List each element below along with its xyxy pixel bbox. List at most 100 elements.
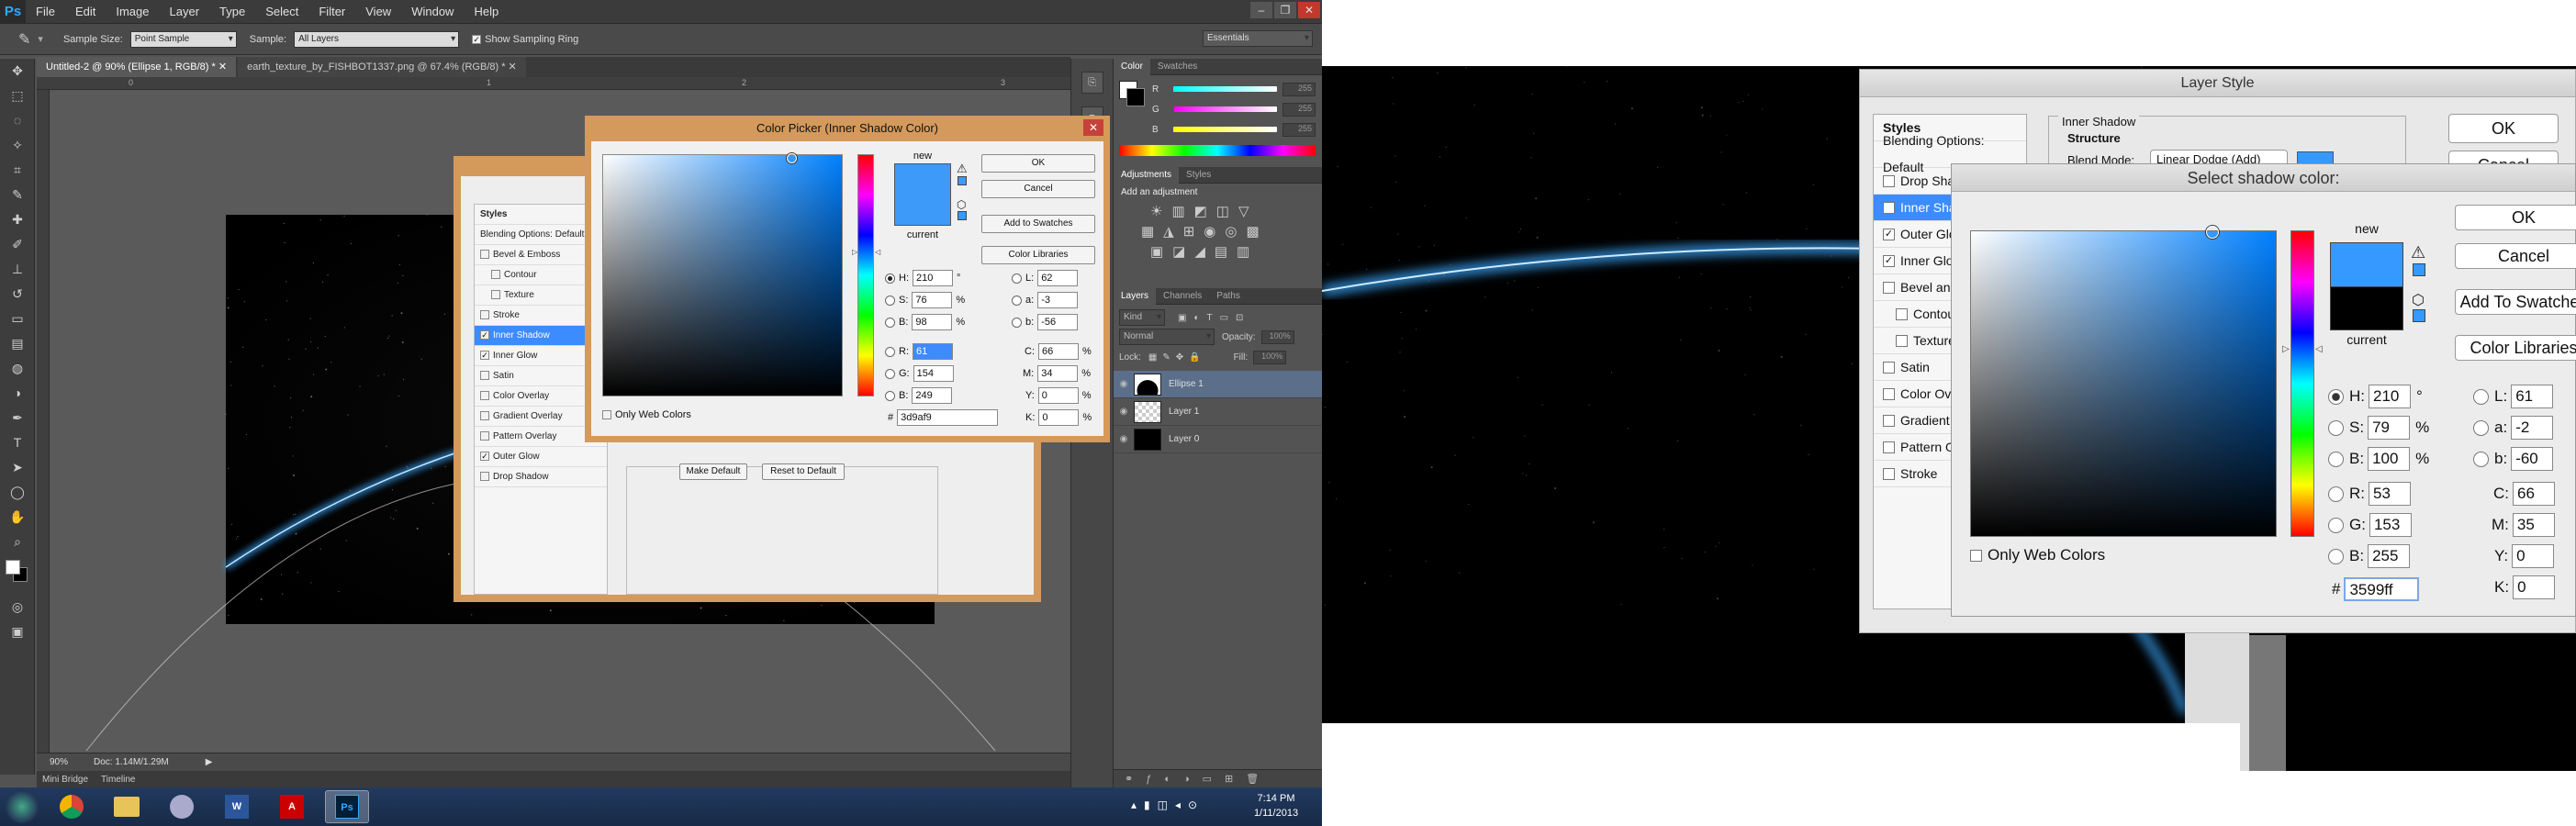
l-field-right[interactable]: L: 61	[2473, 385, 2554, 408]
g-slider[interactable]	[1173, 106, 1278, 112]
style-checkbox[interactable]	[1883, 441, 1895, 453]
minimize-icon[interactable]: –	[1250, 2, 1272, 18]
menu-help[interactable]: Help	[464, 0, 509, 24]
style-checkbox[interactable]	[491, 290, 500, 300]
h-field[interactable]: H: 210 °	[885, 270, 960, 286]
color-libraries-button[interactable]: Color Libraries	[981, 246, 1095, 264]
stamp-tool-icon[interactable]: ⊥	[0, 257, 35, 282]
menu-image[interactable]: Image	[106, 0, 159, 24]
photoshop-taskbar-icon[interactable]: Ps	[325, 790, 369, 823]
menu-file[interactable]: File	[26, 0, 65, 24]
system-tray-icons[interactable]: ▴▮◫◂⊙	[1131, 798, 1204, 811]
style-checkbox[interactable]	[491, 270, 500, 280]
tab-earth-texture[interactable]: earth_texture_by_FISHBOT1337.png @ 67.4%…	[238, 57, 526, 77]
tab-color[interactable]: Color	[1114, 58, 1150, 75]
brush-tool-icon[interactable]: ✐	[0, 232, 35, 257]
marquee-tool-icon[interactable]: ⬚	[0, 84, 35, 108]
close-icon[interactable]: ✕	[1298, 2, 1320, 18]
lab-b-field[interactable]: b: -56	[1012, 314, 1079, 330]
hand-tool-icon[interactable]: ✋	[0, 505, 35, 530]
tab-untitled-2[interactable]: Untitled-2 @ 90% (Ellipse 1, RGB/8) * ✕	[37, 57, 237, 77]
blue-field[interactable]: B: 249	[885, 387, 953, 404]
tab-mini-bridge[interactable]: Mini Bridge	[42, 775, 88, 785]
tab-paths[interactable]: Paths	[1209, 288, 1248, 305]
web-cube-icon[interactable]: ⬡	[957, 198, 966, 211]
h-field-right[interactable]: H: 210 °	[2328, 385, 2423, 408]
cancel-button[interactable]: Cancel	[981, 180, 1095, 198]
left-style-item[interactable]: ✓ Outer Glow	[475, 447, 607, 467]
r-field[interactable]: R: 61	[885, 343, 953, 360]
ok-button[interactable]: OK	[981, 154, 1095, 173]
r-value[interactable]: 255	[1282, 82, 1316, 96]
fill-value[interactable]: 100%	[1253, 350, 1287, 364]
add-to-swatches-button-right[interactable]: Add To Swatches	[2455, 289, 2576, 315]
m-field[interactable]: M: 34%	[1023, 365, 1091, 382]
saturation-brightness-field-right[interactable]	[1970, 226, 2277, 537]
style-checkbox[interactable]	[480, 431, 489, 441]
chrome-icon[interactable]	[50, 790, 94, 823]
hex-field-right[interactable]: #3599ff	[2332, 577, 2420, 601]
style-checkbox[interactable]: ✓	[1883, 254, 1895, 267]
layers-footer-icons[interactable]: ⚭ƒ◐◑▭⊞🗑	[1114, 769, 1322, 787]
zoom-tool-icon[interactable]: ⌕	[0, 530, 35, 554]
c-field-right[interactable]: C: 66	[2493, 482, 2555, 506]
a-field-right[interactable]: a: -2	[2473, 416, 2554, 440]
m-field-right[interactable]: M: 35	[2492, 513, 2555, 537]
blend-mode-select[interactable]: Normal	[1119, 329, 1215, 345]
adjustment-icons-row-2[interactable]: ▦◮⊞◉◎▩	[1114, 221, 1322, 241]
style-checkbox[interactable]	[480, 371, 489, 381]
lab-b-field-right[interactable]: b: -60	[2473, 447, 2554, 471]
r-slider[interactable]	[1173, 86, 1278, 92]
chevron-down-icon[interactable]: ▾	[38, 33, 43, 45]
word-icon[interactable]: W	[215, 790, 259, 823]
b-field-right[interactable]: B: 100%	[2328, 447, 2429, 471]
settings-app-icon[interactable]	[160, 790, 204, 823]
sample-select[interactable]: All Layers	[294, 30, 460, 48]
dodge-tool-icon[interactable]: ◑	[0, 381, 35, 406]
b-field[interactable]: B: 98%	[885, 314, 965, 330]
y-field-right[interactable]: Y: 0	[2494, 544, 2555, 568]
eyedropper-icon[interactable]: ✎	[18, 30, 30, 49]
saturation-brightness-field[interactable]	[602, 153, 843, 396]
warning-icon[interactable]: ⚠	[957, 162, 968, 176]
color-swatches[interactable]	[0, 558, 35, 595]
screen-mode-icon[interactable]: ▣	[0, 620, 35, 644]
pen-tool-icon[interactable]: ✒	[0, 406, 35, 430]
status-arrow-icon[interactable]: ▶	[206, 757, 213, 767]
menu-layer[interactable]: Layer	[160, 0, 210, 24]
style-checkbox[interactable]: ✓	[1883, 201, 1895, 214]
style-checkbox[interactable]	[1883, 361, 1895, 374]
style-checkbox[interactable]	[480, 411, 489, 421]
color-libraries-button-right[interactable]: Color Libraries	[2455, 335, 2576, 361]
style-checkbox[interactable]	[1896, 307, 1908, 320]
style-checkbox[interactable]	[480, 250, 489, 260]
g-value[interactable]: 255	[1282, 102, 1316, 117]
layer-row-ellipse-1[interactable]: ◉ Ellipse 1	[1114, 371, 1322, 398]
gamut-swatch-right[interactable]	[2413, 263, 2425, 276]
only-web-colors-checkbox-right[interactable]: Only Web Colors	[1970, 546, 2105, 564]
menu-select[interactable]: Select	[255, 0, 308, 24]
close-icon[interactable]: ✕	[1083, 119, 1103, 136]
sampling-ring-checkbox[interactable]: ✓ Show Sampling Ring	[472, 34, 578, 45]
move-tool-icon[interactable]: ✥	[0, 59, 35, 84]
g-field[interactable]: G: 154	[885, 365, 954, 382]
style-checkbox[interactable]	[1883, 281, 1895, 294]
start-button-icon[interactable]	[6, 790, 39, 823]
style-checkbox[interactable]	[480, 391, 489, 401]
tab-styles[interactable]: Styles	[1179, 167, 1218, 184]
crop-tool-icon[interactable]: ⌗	[0, 158, 35, 183]
tab-swatches[interactable]: Swatches	[1150, 59, 1204, 75]
acrobat-icon[interactable]: A	[270, 790, 314, 823]
path-select-tool-icon[interactable]: ➤	[0, 455, 35, 480]
tab-layers[interactable]: Layers	[1114, 287, 1157, 305]
file-explorer-icon[interactable]	[105, 790, 149, 823]
ok-button-right[interactable]: OK	[2455, 205, 2576, 230]
lock-icons[interactable]: ▦✎✥🔒	[1148, 352, 1206, 363]
b-value[interactable]: 255	[1282, 122, 1316, 137]
type-tool-icon[interactable]: T	[0, 430, 35, 455]
zoom-level[interactable]: 90%	[50, 757, 68, 767]
style-checkbox[interactable]: ✓	[480, 330, 489, 340]
g-field-right[interactable]: G: 153	[2328, 513, 2412, 537]
s-field[interactable]: S: 76%	[885, 292, 965, 308]
a-field[interactable]: a: -3	[1012, 292, 1079, 308]
